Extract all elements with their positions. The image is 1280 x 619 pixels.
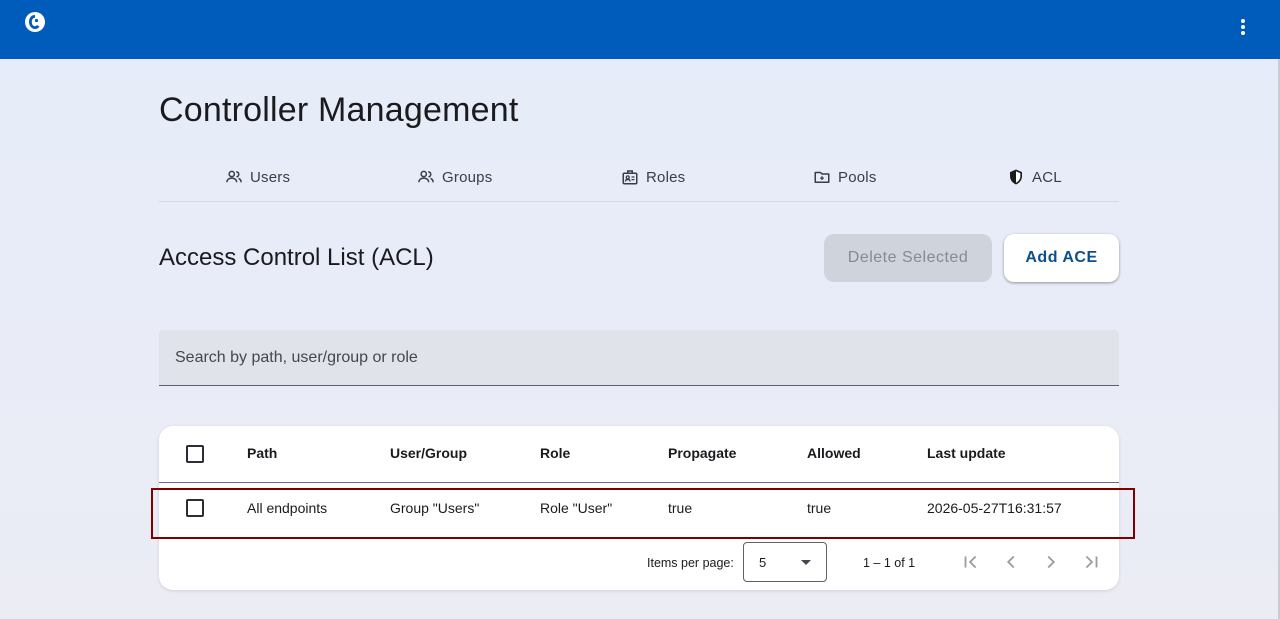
select-all-checkbox[interactable] xyxy=(186,445,204,463)
header-divider xyxy=(159,482,1119,483)
items-per-page-select[interactable]: 5 xyxy=(743,542,827,582)
delete-selected-button[interactable]: Delete Selected xyxy=(824,234,992,282)
chevron-left-icon xyxy=(1006,555,1015,569)
add-ace-button[interactable]: Add ACE xyxy=(1004,234,1119,282)
acl-table: Path User/Group Role Propagate Allowed L… xyxy=(159,426,1119,590)
column-header-last-update[interactable]: Last update xyxy=(927,445,1006,461)
cell-path: All endpoints xyxy=(247,500,328,516)
first-page-button[interactable] xyxy=(959,550,983,574)
app-logo-icon[interactable] xyxy=(23,10,47,34)
pools-icon xyxy=(814,171,830,183)
range-label: 1 – 1 of 1 xyxy=(863,556,916,570)
next-page-button[interactable] xyxy=(1039,550,1063,574)
paginator: Items per page: 5 1 – 1 of 1 xyxy=(159,540,1119,590)
column-header-user-group[interactable]: User/Group xyxy=(390,445,467,461)
tab-label: Groups xyxy=(442,168,493,186)
column-header-role[interactable]: Role xyxy=(540,445,570,461)
tab-label: Roles xyxy=(646,168,686,186)
page-title: Controller Management xyxy=(159,91,519,129)
items-per-page-label: Items per page: xyxy=(647,556,734,570)
column-header-allowed[interactable]: Allowed xyxy=(807,445,861,461)
cell-role: Role "User" xyxy=(540,500,613,516)
groups-icon xyxy=(418,170,434,183)
section-title: Access Control List (ACL) xyxy=(159,244,434,271)
tab-label: ACL xyxy=(1032,168,1062,186)
tab-label: Users xyxy=(250,168,291,186)
cell-propagate: true xyxy=(668,500,693,516)
tab-users[interactable]: Users xyxy=(225,154,290,200)
tab-bar: Users Groups Roles Pools ACL xyxy=(159,154,1119,202)
cell-user-group: Group "Users" xyxy=(390,500,480,516)
first-page-icon xyxy=(964,555,977,569)
chevron-right-icon xyxy=(1047,555,1056,569)
column-header-propagate[interactable]: Propagate xyxy=(668,445,736,461)
row-checkbox[interactable] xyxy=(186,499,204,517)
cell-last-update: 2026-05-27T16:31:57 xyxy=(927,500,1062,516)
previous-page-button[interactable] xyxy=(999,550,1023,574)
cell-allowed: true xyxy=(807,500,832,516)
shield-icon xyxy=(1010,169,1022,185)
tab-pools[interactable]: Pools xyxy=(813,154,877,200)
chevron-down-icon xyxy=(801,560,811,565)
top-app-bar xyxy=(0,0,1280,59)
column-header-path[interactable]: Path xyxy=(247,445,277,461)
tab-groups[interactable]: Groups xyxy=(417,154,492,200)
roles-icon xyxy=(622,170,638,185)
items-per-page-value: 5 xyxy=(759,555,767,570)
tab-roles[interactable]: Roles xyxy=(621,154,685,200)
last-page-icon xyxy=(1085,555,1098,569)
search-input[interactable] xyxy=(159,330,1119,385)
users-icon xyxy=(226,170,242,183)
more-vert-icon[interactable] xyxy=(1231,15,1255,39)
last-page-button[interactable] xyxy=(1079,550,1103,574)
tab-label: Pools xyxy=(838,168,877,186)
search-field xyxy=(159,330,1119,386)
tab-acl[interactable]: ACL xyxy=(1007,154,1062,200)
